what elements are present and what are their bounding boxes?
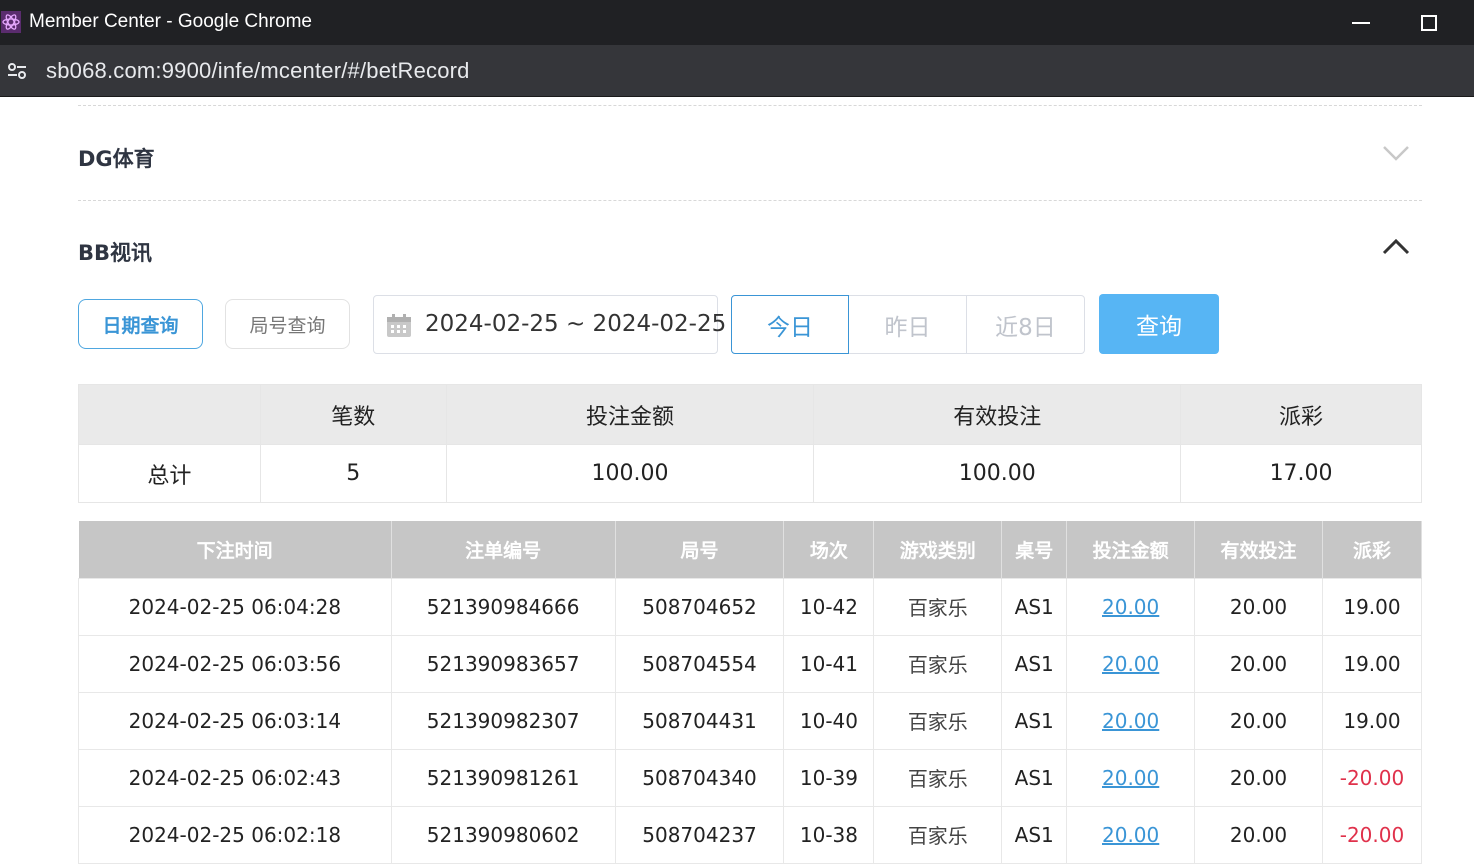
- session-cell: 10-38: [783, 805, 875, 864]
- bet-id-cell: 521390984666: [390, 577, 616, 636]
- payout-cell: 19.00: [1321, 577, 1423, 636]
- tab-round-query[interactable]: 局号查询: [225, 299, 350, 349]
- chevron-up-icon[interactable]: [1382, 239, 1410, 255]
- table-row: 2024-02-25 06:04:28 521390984666 5087046…: [78, 577, 1423, 636]
- payout-cell: 19.00: [1321, 634, 1423, 693]
- round-id-cell: 508704431: [614, 691, 785, 750]
- date-range-picker[interactable]: 2024-02-25 ~ 2024-02-25: [373, 295, 726, 354]
- column-header: 派彩: [1322, 521, 1423, 578]
- summary-cell: 100.00: [813, 444, 1182, 503]
- valid-bet-cell: 20.00: [1194, 577, 1323, 636]
- chevron-down-icon[interactable]: [1382, 145, 1410, 161]
- payout-cell: -20.00: [1321, 748, 1423, 807]
- bet-records-table: 下注时间 注单编号 局号 场次 游戏类别 桌号 投注金额 有效投注 派彩 202…: [78, 521, 1423, 864]
- bet-id-cell: 521390981261: [390, 748, 616, 807]
- summary-cell: 100.00: [445, 444, 815, 503]
- section-title-bb[interactable]: BB视讯: [78, 237, 152, 267]
- game-type-cell: 百家乐: [873, 691, 1003, 750]
- bet-amount-link[interactable]: 20.00: [1066, 577, 1196, 636]
- column-header: 局号: [615, 521, 785, 578]
- browser-title-bar: Member Center - Google Chrome: [0, 0, 1474, 45]
- payout-cell: 19.00: [1321, 691, 1423, 750]
- divider: [78, 105, 1422, 106]
- game-type-cell: 百家乐: [873, 634, 1003, 693]
- records-header-row: 下注时间 注单编号 局号 场次 游戏类别 桌号 投注金额 有效投注 派彩: [78, 521, 1423, 578]
- summary-header-cell: 有效投注: [813, 384, 1182, 445]
- summary-header-cell: 笔数: [259, 384, 447, 445]
- summary-header-row: 笔数 投注金额 有效投注 派彩: [78, 384, 1422, 445]
- session-cell: 10-40: [783, 691, 875, 750]
- summary-cell: 17.00: [1180, 444, 1422, 503]
- valid-bet-cell: 20.00: [1194, 634, 1323, 693]
- bet-time-cell: 2024-02-25 06:02:18: [78, 805, 392, 864]
- game-type-cell: 百家乐: [873, 748, 1003, 807]
- round-id-cell: 508704340: [614, 748, 785, 807]
- today-button[interactable]: 今日: [731, 295, 849, 354]
- game-type-cell: 百家乐: [873, 805, 1003, 864]
- round-id-cell: 508704237: [614, 805, 785, 864]
- table-row: 2024-02-25 06:02:43 521390981261 5087043…: [78, 748, 1423, 807]
- column-header: 桌号: [1001, 521, 1068, 578]
- bet-time-cell: 2024-02-25 06:02:43: [78, 748, 392, 807]
- bet-amount-link[interactable]: 20.00: [1066, 634, 1196, 693]
- tune-icon[interactable]: [6, 60, 28, 82]
- table-id-cell: AS1: [1001, 805, 1068, 864]
- bet-time-cell: 2024-02-25 06:03:56: [78, 634, 392, 693]
- summary-cell: 总计: [78, 444, 261, 503]
- atom-icon: [1, 11, 21, 33]
- column-header: 注单编号: [391, 521, 616, 578]
- summary-table: 笔数 投注金额 有效投注 派彩 总计 5 100.00 100.00 17.00: [78, 384, 1422, 503]
- round-id-cell: 508704652: [614, 577, 785, 636]
- bet-amount-link[interactable]: 20.00: [1066, 805, 1196, 864]
- bet-amount-link[interactable]: 20.00: [1066, 748, 1196, 807]
- table-id-cell: AS1: [1001, 748, 1068, 807]
- valid-bet-cell: 20.00: [1194, 805, 1323, 864]
- bet-time-cell: 2024-02-25 06:04:28: [78, 577, 392, 636]
- divider: [78, 200, 1422, 201]
- bet-id-cell: 521390982307: [390, 691, 616, 750]
- summary-header-cell: [78, 384, 261, 445]
- table-id-cell: AS1: [1001, 691, 1068, 750]
- round-id-cell: 508704554: [614, 634, 785, 693]
- address-bar[interactable]: sb068.com:9900/infe/mcenter/#/betRecord: [0, 45, 1474, 97]
- yesterday-button[interactable]: 昨日: [849, 295, 967, 354]
- game-type-cell: 百家乐: [873, 577, 1003, 636]
- bet-id-cell: 521390980602: [390, 805, 616, 864]
- date-range-value: 2024-02-25 ~ 2024-02-25: [425, 311, 727, 337]
- url-text[interactable]: sb068.com:9900/infe/mcenter/#/betRecord: [46, 58, 470, 84]
- tab-date-query[interactable]: 日期查询: [78, 299, 203, 349]
- payout-cell: -20.00: [1321, 805, 1423, 864]
- summary-header-cell: 派彩: [1180, 384, 1422, 445]
- page-content: DG体育 BB视讯 日期查询 局号查询 2024-02-25 ~ 2024-02…: [0, 97, 1474, 867]
- column-header: 下注时间: [78, 521, 392, 578]
- session-cell: 10-42: [783, 577, 875, 636]
- bet-amount-link[interactable]: 20.00: [1066, 691, 1196, 750]
- column-header: 有效投注: [1194, 521, 1323, 578]
- summary-total-row: 总计 5 100.00 100.00 17.00: [78, 444, 1422, 503]
- table-row: 2024-02-25 06:03:56 521390983657 5087045…: [78, 634, 1423, 693]
- table-id-cell: AS1: [1001, 577, 1068, 636]
- table-id-cell: AS1: [1001, 634, 1068, 693]
- calendar-icon: [387, 314, 411, 337]
- bet-id-cell: 521390983657: [390, 634, 616, 693]
- summary-header-cell: 投注金额: [445, 384, 815, 445]
- last-8-days-button[interactable]: 近8日: [967, 295, 1085, 354]
- minimize-button[interactable]: [1352, 22, 1370, 24]
- section-title-dg[interactable]: DG体育: [78, 143, 155, 173]
- summary-cell: 5: [259, 444, 447, 503]
- valid-bet-cell: 20.00: [1194, 748, 1323, 807]
- valid-bet-cell: 20.00: [1194, 691, 1323, 750]
- table-row: 2024-02-25 06:03:14 521390982307 5087044…: [78, 691, 1423, 750]
- session-cell: 10-41: [783, 634, 875, 693]
- column-header: 投注金额: [1066, 521, 1196, 578]
- table-row: 2024-02-25 06:02:18 521390980602 5087042…: [78, 805, 1423, 864]
- maximize-button[interactable]: [1421, 15, 1437, 31]
- query-button[interactable]: 查询: [1099, 294, 1219, 354]
- window-title: Member Center - Google Chrome: [29, 11, 312, 32]
- column-header: 游戏类别: [873, 521, 1003, 578]
- session-cell: 10-39: [783, 748, 875, 807]
- column-header: 场次: [783, 521, 875, 578]
- bet-time-cell: 2024-02-25 06:03:14: [78, 691, 392, 750]
